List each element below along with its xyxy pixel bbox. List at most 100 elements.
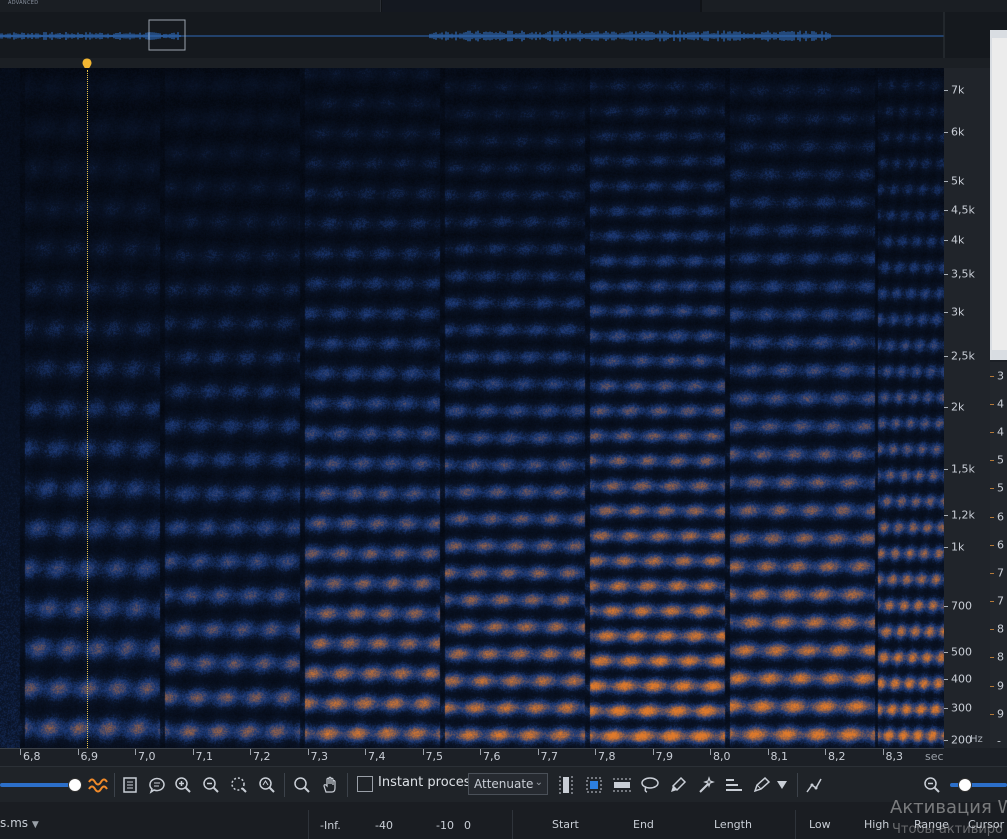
comment-icon[interactable] bbox=[145, 773, 169, 797]
time-label: 7,3 bbox=[310, 750, 329, 763]
envelope-icon[interactable] bbox=[802, 773, 826, 797]
scale-tick bbox=[990, 432, 994, 433]
process-mode-value: Attenuate bbox=[474, 777, 534, 791]
frequency-tick bbox=[944, 274, 948, 275]
pencil-dropdown-chevron-icon[interactable] bbox=[770, 773, 794, 797]
time-frequency-selection-icon[interactable] bbox=[582, 773, 606, 797]
time-label: 7,4 bbox=[368, 750, 386, 763]
playhead-line bbox=[87, 70, 88, 748]
scale-label: 9 bbox=[997, 679, 1004, 693]
frequency-label: 3,5k bbox=[951, 267, 975, 281]
zoom-selection-icon[interactable] bbox=[227, 773, 251, 797]
frequency-label: 7k bbox=[951, 83, 965, 97]
scale-label: 5 bbox=[997, 453, 1004, 467]
instant-process-checkbox[interactable] bbox=[357, 776, 373, 792]
horizontal-zoom-knob[interactable] bbox=[68, 778, 83, 792]
overview-waveform bbox=[0, 12, 945, 58]
scale-label: 5 bbox=[997, 481, 1004, 495]
zoom-fit-icon[interactable] bbox=[255, 773, 279, 797]
file-info-icon[interactable] bbox=[118, 773, 142, 797]
time-tick bbox=[825, 749, 826, 755]
file-dropdown-icon: ▼ bbox=[31, 820, 39, 830]
vertical-zoom-knob[interactable] bbox=[958, 778, 973, 792]
activation-watermark-subtitle: Чтобы активиро bbox=[892, 822, 1004, 837]
frequency-selection-icon[interactable] bbox=[610, 773, 634, 797]
meter-label-40: -40 bbox=[375, 819, 393, 832]
zoom-out-icon[interactable] bbox=[199, 773, 223, 797]
vertical-zoom-out-icon[interactable] bbox=[920, 773, 944, 797]
column-length: Length bbox=[714, 818, 752, 831]
frequency-tick bbox=[944, 547, 948, 548]
time-tick bbox=[882, 749, 884, 755]
hand-tool-icon[interactable] bbox=[318, 773, 342, 797]
edition-badge: ADVANCED bbox=[8, 0, 39, 6]
frequency-tick bbox=[944, 210, 948, 211]
time-tick bbox=[652, 749, 654, 755]
frequency-label: 500 bbox=[951, 645, 972, 659]
scale-label: 9 bbox=[997, 707, 1004, 721]
scale-label: 4 bbox=[997, 425, 1004, 439]
frequency-label: 400 bbox=[951, 672, 972, 686]
time-tick bbox=[595, 749, 596, 755]
frequency-tick bbox=[944, 407, 948, 408]
frequency-tick bbox=[944, 240, 948, 241]
time-ruler[interactable] bbox=[0, 58, 1007, 68]
tab-main[interactable]: ADVANCED bbox=[0, 0, 381, 12]
lasso-icon[interactable] bbox=[638, 773, 662, 797]
frequency-label: 2k bbox=[951, 400, 965, 414]
column-end: End bbox=[633, 818, 654, 831]
frequency-label: 200 bbox=[951, 733, 972, 747]
tab-third[interactable] bbox=[702, 0, 1007, 12]
scale-tick bbox=[990, 573, 994, 574]
spectrogram-canvas[interactable] bbox=[0, 68, 944, 748]
harmonic-selection-icon[interactable] bbox=[722, 773, 746, 797]
brush-icon[interactable] bbox=[666, 773, 690, 797]
time-label: 7,7 bbox=[540, 750, 559, 763]
column-low: Low bbox=[809, 818, 831, 831]
scale-tick bbox=[990, 517, 994, 518]
time-label: 8,2 bbox=[828, 750, 846, 763]
scale-label: 6 bbox=[997, 510, 1004, 524]
frequency-label: 300 bbox=[951, 701, 972, 715]
right-side-panel-inner bbox=[992, 38, 1007, 350]
scale-tick bbox=[990, 488, 994, 489]
tab-secondary[interactable] bbox=[382, 0, 700, 12]
time-label: 6,8 bbox=[23, 750, 41, 763]
process-mode-select[interactable]: Attenuate ⌄ bbox=[468, 773, 548, 795]
frequency-label: 4k bbox=[951, 233, 965, 247]
spectrogram-view[interactable] bbox=[0, 68, 944, 748]
frequency-tick bbox=[944, 356, 948, 357]
time-label: 6,9 bbox=[80, 750, 99, 763]
frequency-label: 6k bbox=[951, 125, 965, 139]
scale-tick bbox=[990, 545, 994, 546]
time-tick bbox=[480, 749, 481, 755]
time-tick bbox=[767, 749, 769, 755]
waveform-overview[interactable] bbox=[0, 12, 1007, 58]
chevron-down-icon: ⌄ bbox=[534, 777, 543, 788]
scale-tick bbox=[990, 686, 994, 687]
time-selection-icon[interactable] bbox=[554, 773, 578, 797]
scale-tick bbox=[990, 404, 994, 405]
file-name[interactable]: s.ms ▼ bbox=[0, 816, 39, 830]
frequency-tick bbox=[944, 652, 948, 653]
time-tick bbox=[537, 749, 539, 755]
frequency-label: 1,2k bbox=[951, 508, 975, 522]
frequency-tick bbox=[944, 132, 948, 133]
frequency-tick bbox=[944, 312, 948, 313]
status-bar: s.ms ▼ -Inf. -40 -10 0 Start End Length … bbox=[0, 802, 1007, 839]
time-tick bbox=[365, 749, 366, 755]
frequency-tick bbox=[944, 708, 948, 709]
status-separator bbox=[308, 810, 309, 839]
frequency-tick bbox=[944, 515, 948, 516]
spectrogram-waveform-toggle-icon[interactable] bbox=[86, 773, 110, 797]
meter-label-10: -10 bbox=[436, 819, 454, 832]
time-tick bbox=[710, 749, 711, 755]
column-high: High bbox=[864, 818, 890, 831]
zoom-tool-icon[interactable] bbox=[290, 773, 314, 797]
scale-label: 4 bbox=[997, 397, 1004, 411]
time-tick bbox=[422, 749, 424, 755]
zoom-in-icon[interactable] bbox=[171, 773, 195, 797]
magic-wand-icon[interactable] bbox=[694, 773, 718, 797]
frequency-tick bbox=[944, 606, 948, 607]
time-label: 7,8 bbox=[598, 750, 616, 763]
